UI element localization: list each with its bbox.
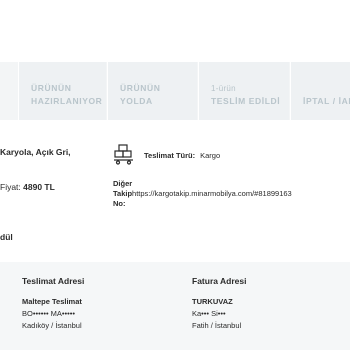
delivery-address-name: Maltepe Teslimat — [22, 297, 82, 306]
billing-address-line1: Ka••• Si••• — [192, 309, 226, 318]
delivery-boxes-icon — [114, 144, 133, 165]
delivery-address-title: Teslimat Adresi — [22, 276, 85, 286]
tracking-label-3: No: — [113, 199, 126, 208]
product-price: Fiyat: 4890 TL — [0, 182, 55, 192]
billing-address-title: Fatura Adresi — [192, 276, 247, 286]
tab-cancel-return[interactable]: İPTAL / İADE — [290, 62, 350, 120]
tracking-label-1: Diğer — [113, 179, 133, 188]
price-label: Fiyat: — [0, 182, 21, 192]
billing-address-name: TURKUVAZ — [192, 297, 233, 306]
delivery-address-line2: Kadıköy / İstanbul — [22, 321, 82, 330]
tab-on-the-way[interactable]: ÜRÜNÜN YOLDA — [107, 62, 197, 120]
price-value: 4890 TL — [23, 182, 55, 192]
shipping-type: Teslimat Türü: Kargo — [144, 151, 220, 160]
tab-preparing[interactable]: ÜRÜNÜN HAZIRLANIYOR — [18, 62, 106, 120]
tab-cancel-return-line2: İPTAL / İADE — [303, 96, 350, 106]
section-label: dül — [0, 232, 13, 242]
tracking-url-link[interactable]: https://kargotakip.minarmobilya.com/#818… — [132, 189, 292, 198]
tab-delivered[interactable]: 1-ürün TESLİM EDİLDİ — [198, 62, 289, 120]
tab-preparing-line2: HAZIRLANIYOR — [31, 96, 103, 106]
tab-delivered-line2: TESLİM EDİLDİ — [211, 96, 281, 106]
delivery-address-line1: BO•••••• MA••••• — [22, 309, 76, 318]
tab-on-the-way-line2: YOLDA — [120, 96, 153, 106]
product-name: Karyola, Açık Gri, — [0, 147, 71, 157]
tab-delivered-count: 1-ürün — [211, 84, 236, 93]
tracking-info: Diğer Takiphttps://kargotakip.minarmobil… — [113, 179, 292, 209]
shipping-type-value: Kargo — [200, 151, 221, 160]
shipping-type-label: Teslimat Türü: — [144, 151, 196, 160]
tab-on-the-way-line1: ÜRÜNÜN — [120, 83, 161, 93]
tracking-label-2: Takip — [113, 189, 133, 198]
billing-address-line2: Fatih / İstanbul — [192, 321, 242, 330]
order-status-tabs: ÜRÜNÜN HAZIRLANIYOR ÜRÜNÜN YOLDA 1-ürün … — [0, 62, 350, 120]
tab-preparing-line1: ÜRÜNÜN — [31, 83, 72, 93]
